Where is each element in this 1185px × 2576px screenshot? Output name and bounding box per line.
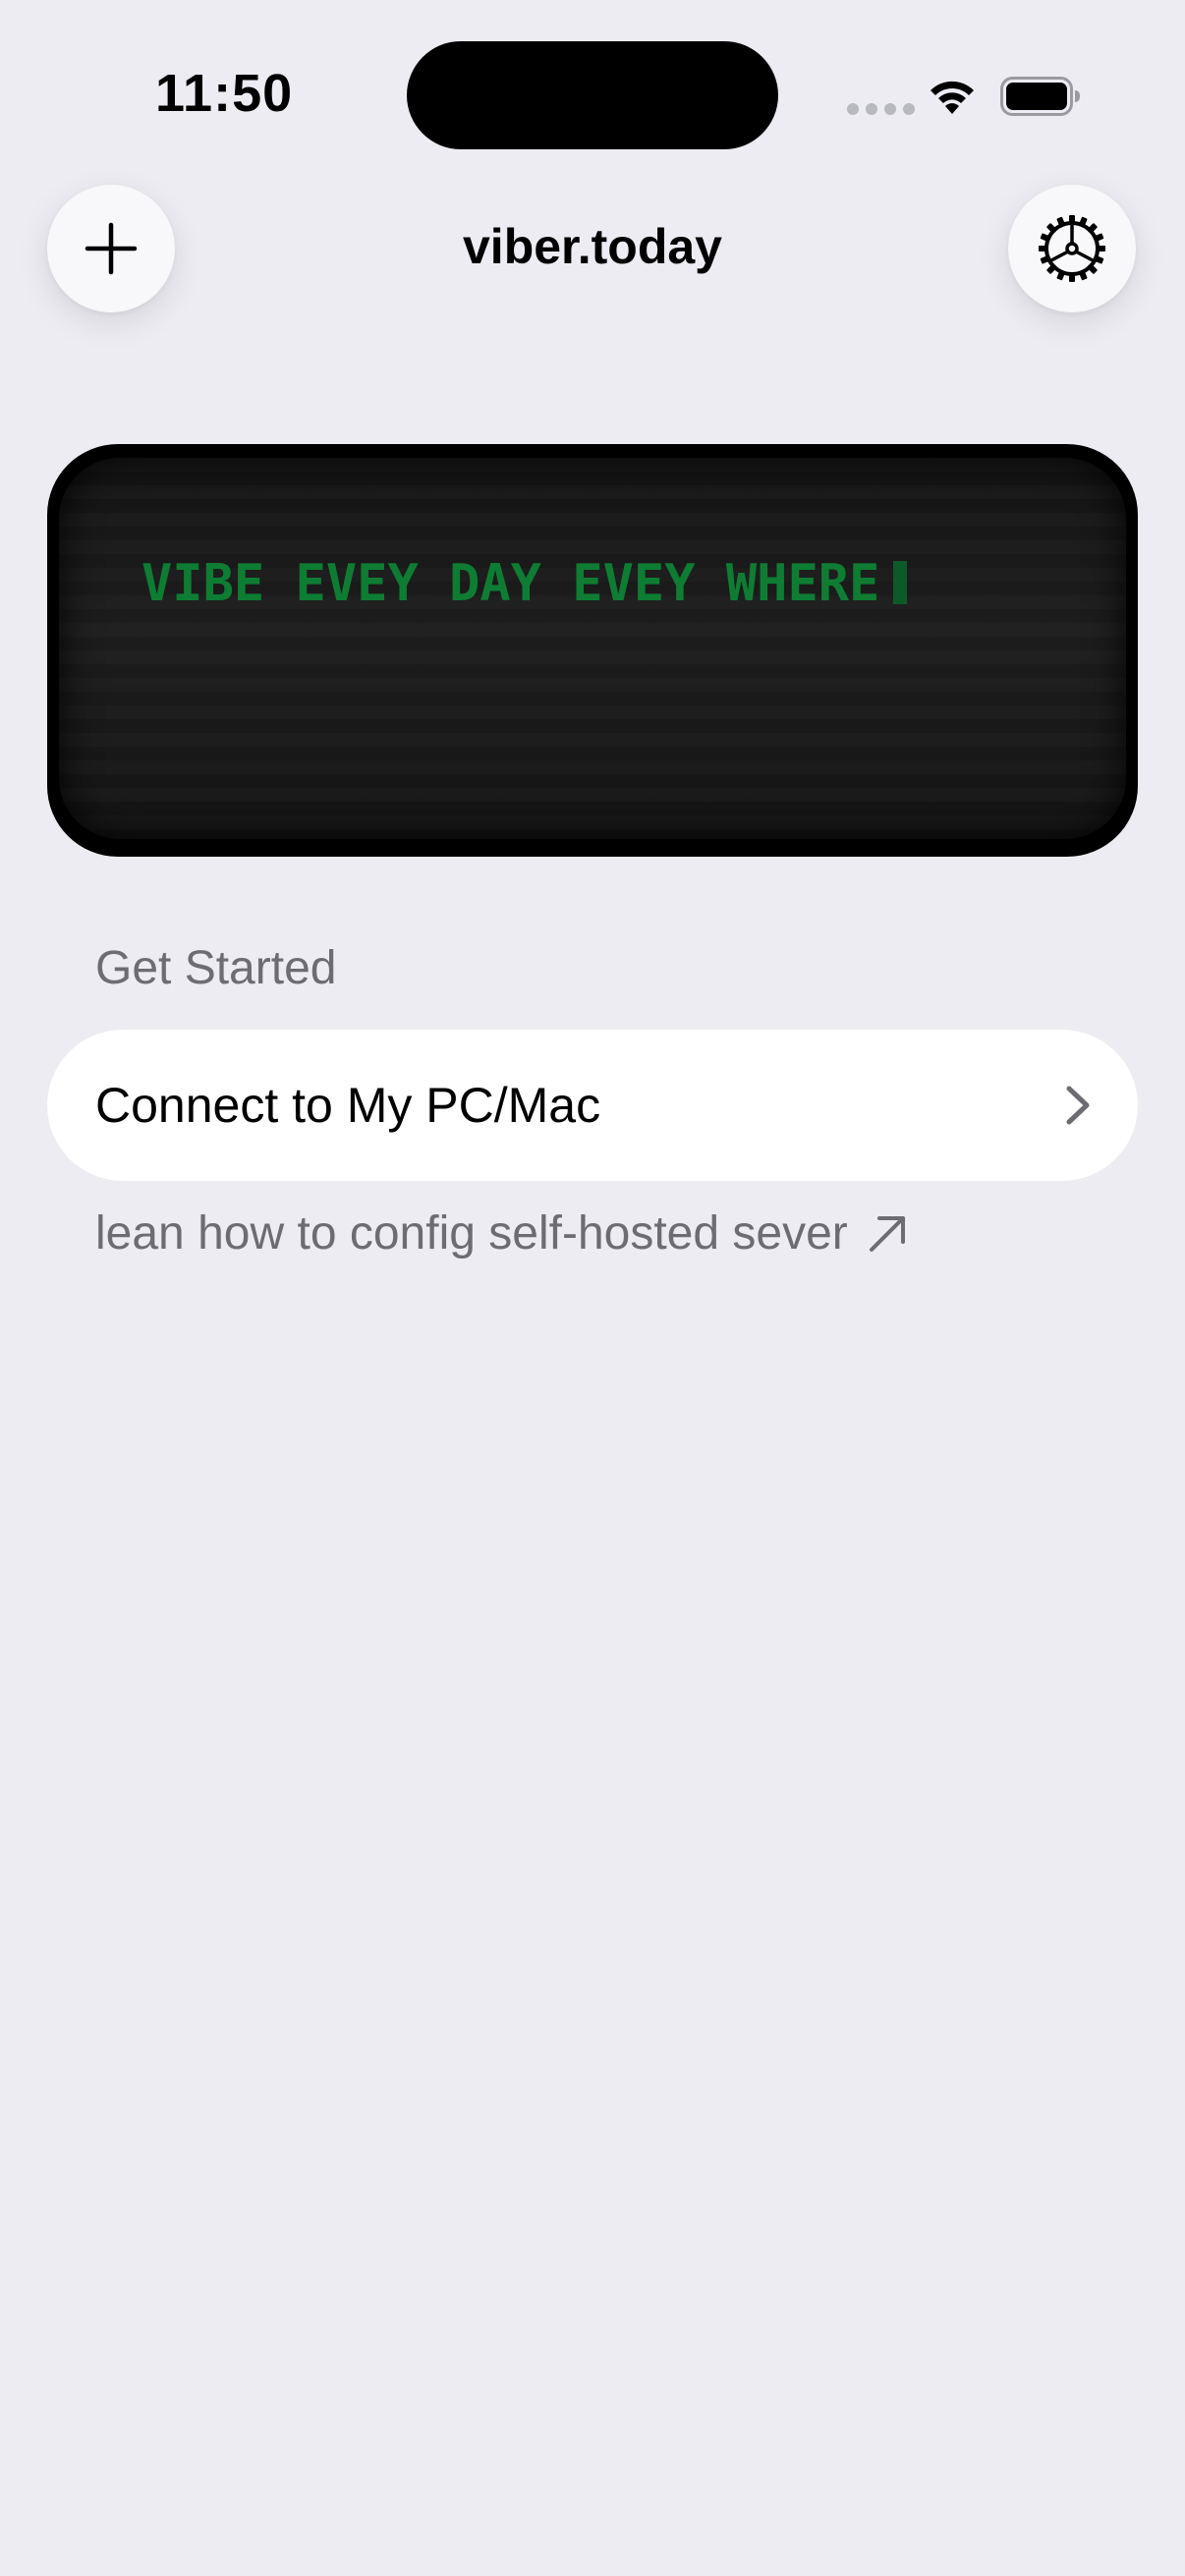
terminal-screen: VIBE EVEY DAY EVEY WHERE <box>59 458 1126 839</box>
settings-button[interactable] <box>1008 185 1136 312</box>
self-hosted-help-link[interactable]: lean how to config self-hosted sever <box>95 1206 909 1260</box>
row-label: Connect to My PC/Mac <box>95 1078 601 1133</box>
battery-icon <box>1000 77 1080 116</box>
banner-text: VIBE EVEY DAY EVEY WHERE <box>141 554 880 613</box>
connect-pc-mac-row[interactable]: Connect to My PC/Mac <box>47 1030 1138 1181</box>
status-time: 11:50 <box>155 64 294 123</box>
signal-icon <box>847 103 915 115</box>
terminal-banner: VIBE EVEY DAY EVEY WHERE <box>47 444 1138 857</box>
dynamic-island <box>407 41 778 149</box>
cursor-icon <box>893 561 908 604</box>
gear-icon <box>1039 215 1105 282</box>
section-header: Get Started <box>95 942 337 994</box>
terminal-text: VIBE EVEY DAY EVEY WHERE <box>141 554 908 613</box>
wifi-icon <box>931 81 974 114</box>
chevron-right-icon <box>1066 1086 1090 1125</box>
arrow-up-right-icon <box>869 1215 905 1252</box>
help-link-label: lean how to config self-hosted sever <box>95 1207 848 1260</box>
